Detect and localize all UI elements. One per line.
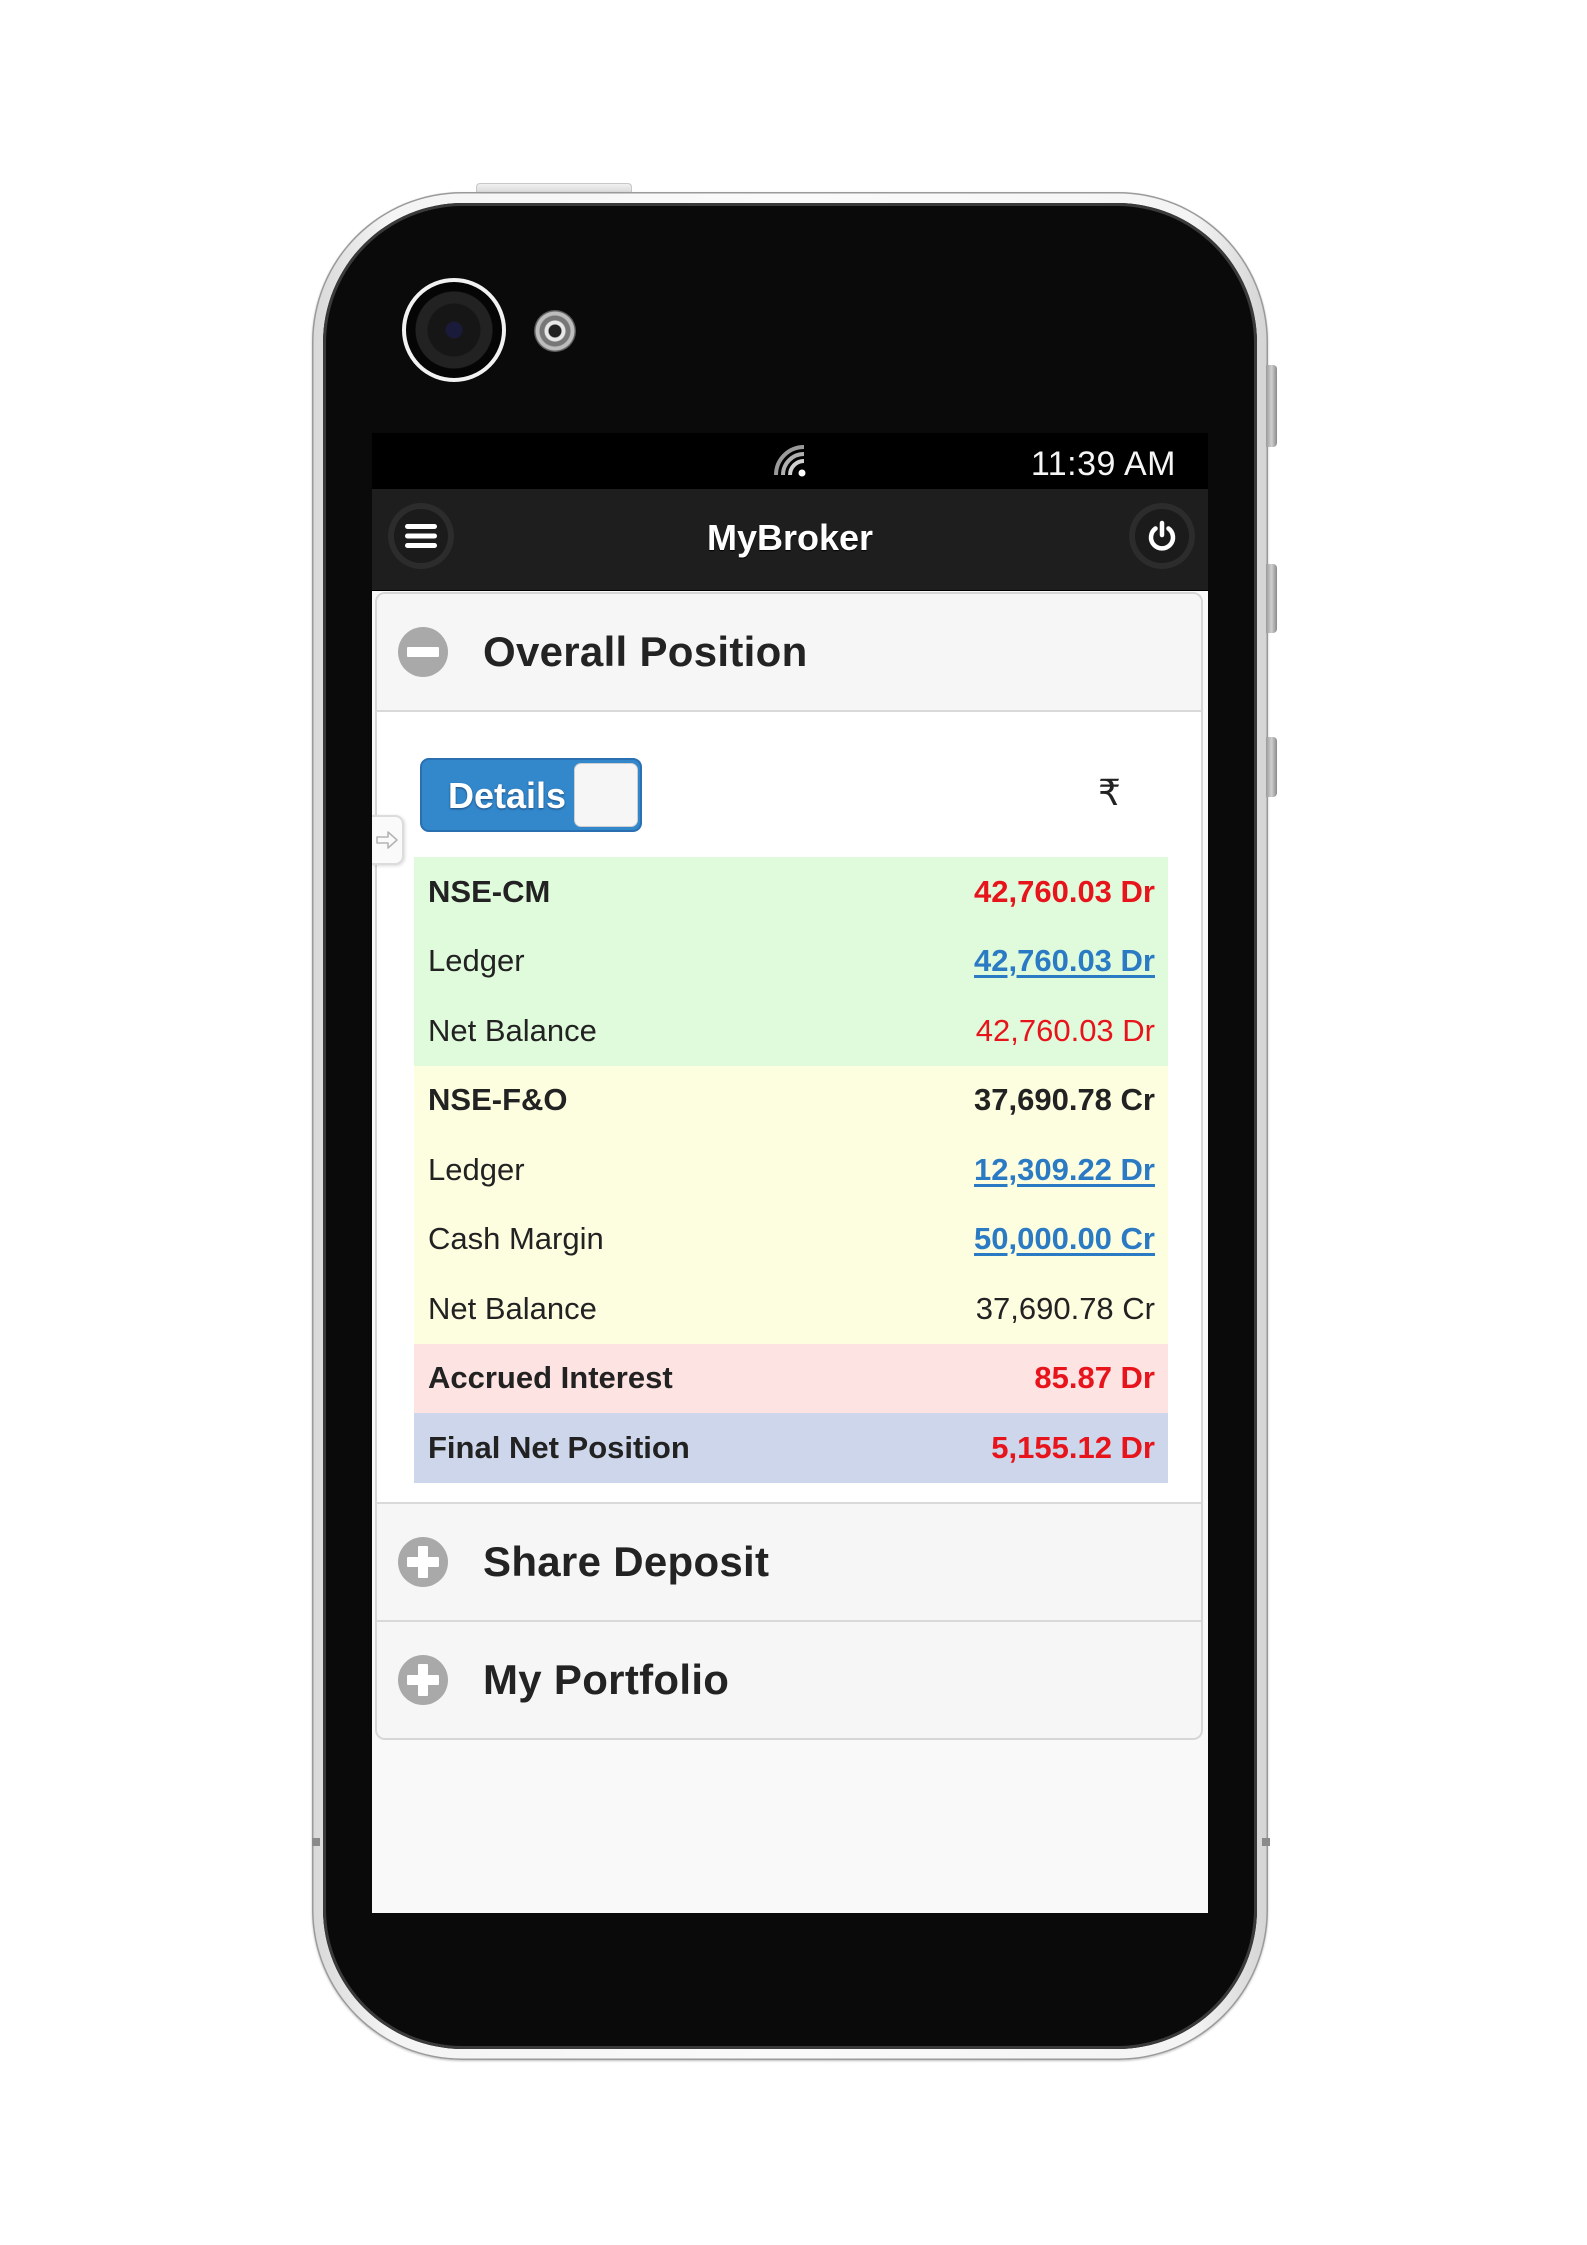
status-time: 11:39 AM (1030, 445, 1176, 483)
row-value: 42,760.03 Dr (974, 873, 1155, 909)
section-header-share-deposit[interactable]: Share Deposit (377, 1504, 1201, 1622)
side-panel-tab[interactable] (372, 815, 404, 865)
row-value-link[interactable]: 42,760.03 Dr (974, 943, 1155, 979)
account-position-table: NSE-CM 42,760.03 Dr Ledger 42,760.03 Dr Net … (414, 857, 1168, 1483)
table-row: Net Balance 42,760.03 Dr (414, 996, 1168, 1066)
flash-icon (534, 310, 576, 352)
logout-button[interactable] (1129, 503, 1195, 569)
row-label: Ledger (428, 943, 525, 979)
row-value: 37,690.78 Cr (975, 1290, 1155, 1326)
table-row: Final Net Position 5,155.12 Dr (414, 1413, 1168, 1483)
row-value: 37,690.78 Cr (974, 1082, 1155, 1118)
toggle-handle[interactable] (574, 763, 638, 827)
status-bar: 11:39 AM (372, 433, 1208, 489)
row-label: Ledger (428, 1151, 525, 1187)
phone-mute-switch (1266, 365, 1277, 447)
phone-antenna-band (312, 1838, 320, 1846)
overall-position-content: Details ₹ NSE-CM 42,760.03 Dr Ledger 42,760… (377, 712, 1201, 1504)
row-label: Final Net Position (428, 1429, 690, 1465)
details-toggle[interactable]: Details (420, 758, 642, 832)
camera-icon (402, 278, 506, 382)
table-row: Ledger 42,760.03 Dr (414, 926, 1168, 996)
phone-volume-up-button (1266, 564, 1277, 633)
collapsible-set: Overall Position Details ₹ NSE-CM 42,760.… (375, 592, 1203, 1740)
table-row: Ledger 12,309.22 Dr (414, 1135, 1168, 1205)
section-title: Overall Position (483, 628, 808, 675)
row-value: 42,760.03 Dr (975, 1012, 1155, 1048)
row-value: 5,155.12 Dr (991, 1429, 1155, 1465)
section-title: My Portfolio (483, 1656, 730, 1703)
section-title: Share Deposit (483, 1538, 770, 1585)
app-header: MyBroker (372, 489, 1208, 591)
section-header-my-portfolio[interactable]: My Portfolio (377, 1622, 1201, 1738)
app-title: MyBroker (706, 517, 874, 558)
wifi-icon (774, 445, 806, 477)
section-header-overall-position[interactable]: Overall Position (377, 594, 1201, 712)
table-row: Cash Margin 50,000.00 Cr (414, 1204, 1168, 1274)
table-row: NSE-CM 42,760.03 Dr (414, 857, 1168, 927)
row-value-link[interactable]: 50,000.00 Cr (974, 1221, 1155, 1257)
row-label: NSE-F&O (428, 1082, 568, 1118)
row-label: Cash Margin (428, 1221, 604, 1257)
phone-volume-down-button (1266, 737, 1277, 797)
table-row: NSE-F&O 37,690.78 Cr (414, 1065, 1168, 1135)
rupee-currency-icon: ₹ (1098, 772, 1121, 813)
row-label: Accrued Interest (428, 1360, 673, 1396)
row-label: Net Balance (428, 1290, 597, 1326)
minus-circle-icon (398, 627, 448, 677)
row-label: Net Balance (428, 1012, 597, 1048)
plus-circle-icon (398, 1537, 448, 1587)
details-toggle-label: Details (448, 775, 567, 816)
row-value-link[interactable]: 12,309.22 Dr (974, 1152, 1155, 1188)
phone-screen: 11:39 AM MyBroker Overall Position Detai… (372, 433, 1208, 1913)
row-label: NSE-CM (428, 873, 551, 909)
phone-antenna-band (1262, 1838, 1270, 1846)
table-row: Accrued Interest 85.87 Dr (414, 1343, 1168, 1413)
arrow-right-icon (376, 831, 398, 849)
row-value: 85.87 Dr (1034, 1360, 1155, 1396)
power-icon (1148, 520, 1176, 551)
plus-circle-icon (398, 1655, 448, 1705)
table-row: Net Balance 37,690.78 Cr (414, 1274, 1168, 1344)
